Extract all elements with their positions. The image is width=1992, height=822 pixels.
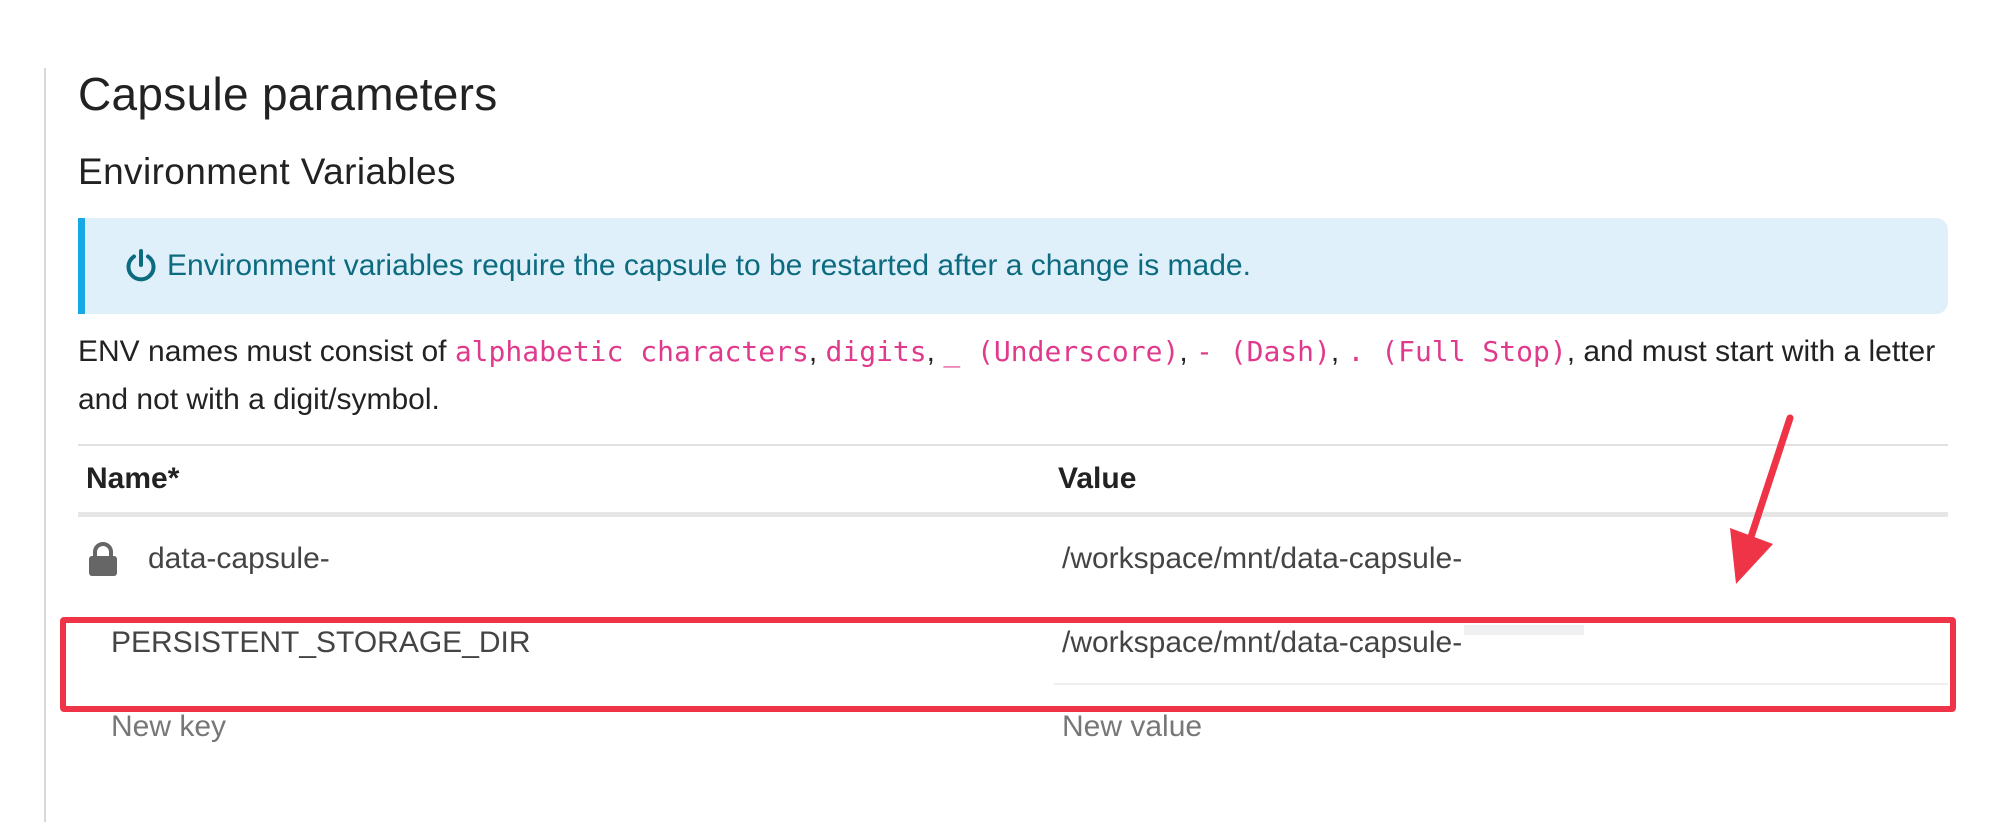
env-name-value: data-capsule- [148, 542, 330, 575]
table-header: Name* Value [78, 446, 1948, 512]
rule-code-full-stop: . (Full Stop) [1347, 335, 1567, 368]
left-divider [44, 68, 46, 822]
column-header-value: Value [1058, 462, 1137, 495]
notice-text: Environment variables require the capsul… [167, 249, 1251, 282]
rules-separator: , [1330, 335, 1348, 368]
highlight-box [60, 617, 1956, 712]
power-icon [126, 249, 156, 282]
rule-code-digits: digits [825, 335, 927, 368]
env-value-text: /workspace/mnt/data-capsule- [1062, 542, 1463, 575]
section-title: Environment Variables [78, 151, 456, 192]
rule-code-alphabetic: alphabetic characters [454, 335, 809, 368]
page-title: Capsule parameters [78, 68, 498, 120]
env-value-cell[interactable]: /workspace/mnt/data-capsule- [1054, 542, 1462, 576]
restart-notice: Environment variables require the capsul… [78, 218, 1948, 314]
table-row: data-capsule- /workspace/mnt/data-capsul… [78, 517, 1948, 601]
env-name-rules: ENV names must consist of alphabetic cha… [78, 328, 1958, 424]
rule-code-dash: - (Dash) [1196, 335, 1331, 368]
new-key-input[interactable]: New key [78, 710, 1054, 744]
rules-separator: , [808, 335, 826, 368]
env-variables-table: Name* Value data-capsule- /workspace/mnt… [78, 444, 1948, 769]
page: Capsule parameters Environment Variables… [0, 0, 1992, 822]
column-header-name: Name* [86, 462, 180, 495]
rules-separator: , [1179, 335, 1197, 368]
rules-prefix: ENV names must consist of [78, 335, 455, 368]
rules-separator: , [926, 335, 944, 368]
arrow-annotation [1730, 414, 1794, 584]
rule-code-underscore: _ (Underscore) [943, 335, 1180, 368]
env-name-cell: data-capsule- [78, 541, 1054, 577]
new-value-input[interactable]: New value [1054, 710, 1202, 744]
lock-icon [89, 542, 117, 576]
